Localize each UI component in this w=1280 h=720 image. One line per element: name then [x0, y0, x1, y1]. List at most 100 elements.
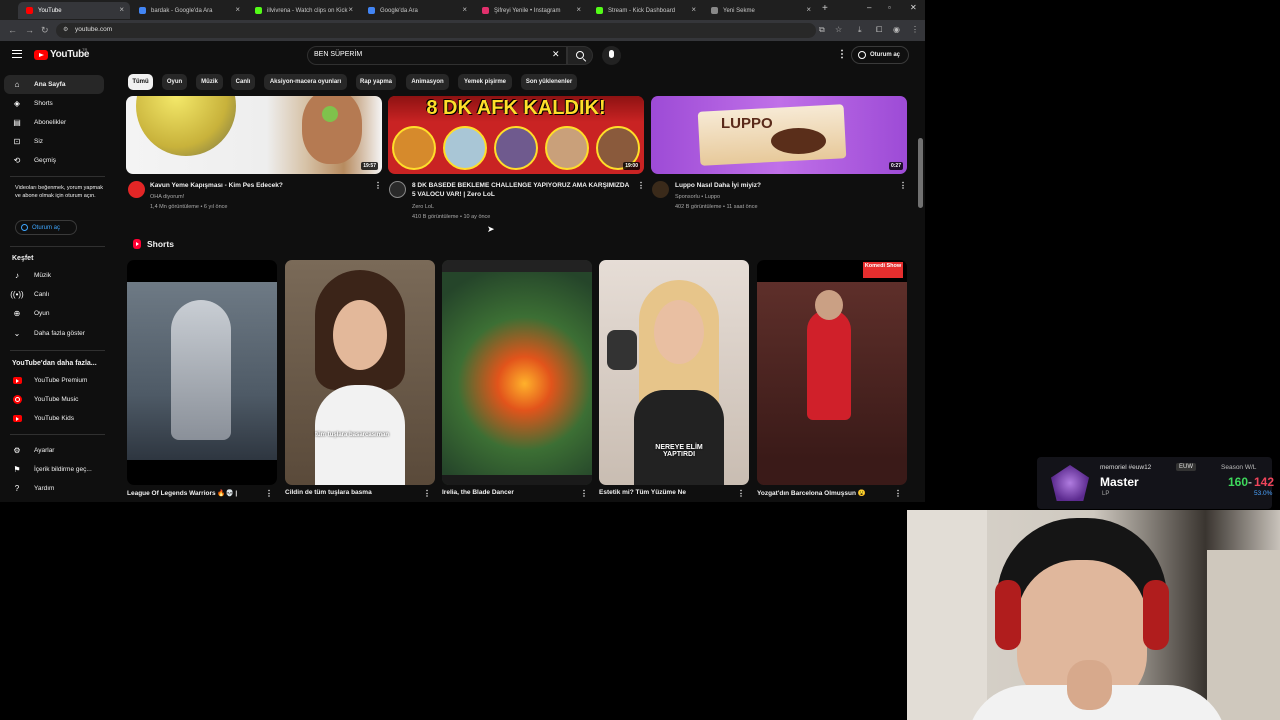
video-thumbnail[interactable]: LUPPO 0:27: [651, 96, 907, 174]
video-title[interactable]: 8 DK BASEDE BEKLEME CHALLENGE YAPIYORUZ …: [412, 181, 632, 199]
sidebar-item-you[interactable]: ⊡ Siz: [0, 132, 110, 151]
hamburger-menu-icon[interactable]: [12, 50, 22, 58]
chip-recently-uploaded[interactable]: Son yüklenenler: [521, 74, 577, 90]
short-thumbnail[interactable]: Komedi Show: [757, 260, 907, 485]
sidebar-item-help[interactable]: ? Yardım: [0, 479, 110, 498]
sidebar-item-settings[interactable]: ⚙ Ayarlar: [0, 441, 110, 460]
short-title[interactable]: Cildin de tüm tuşlara basma: [285, 489, 372, 496]
tab-google[interactable]: Google'da Ara ×: [360, 2, 473, 19]
channel-avatar[interactable]: [389, 181, 406, 198]
extensions-icon[interactable]: ⧠: [876, 25, 882, 35]
install-app-icon[interactable]: ⧉: [819, 25, 825, 35]
chip-all[interactable]: Tümü: [128, 74, 153, 90]
game-hud-top: [442, 260, 592, 272]
sidebar-item-ytmusic[interactable]: YouTube Music: [0, 390, 110, 409]
close-tab-icon[interactable]: ×: [119, 5, 124, 14]
chip-rap[interactable]: Rap yapma: [356, 74, 396, 90]
chip-cooking[interactable]: Yemek pişirme: [458, 74, 512, 90]
download-icon[interactable]: ⤓: [858, 25, 862, 35]
page-scrollbar[interactable]: [918, 138, 923, 208]
chip-live[interactable]: Canlı: [231, 74, 255, 90]
video-duration: 19:00: [623, 162, 640, 170]
close-tab-icon[interactable]: ×: [348, 5, 353, 14]
back-icon[interactable]: ←: [8, 25, 17, 35]
url-box[interactable]: [56, 23, 816, 38]
chip-animation[interactable]: Animasyon: [406, 74, 449, 90]
short-options-icon[interactable]: ⋮: [580, 489, 588, 498]
clear-search-icon[interactable]: ✕: [552, 49, 560, 60]
sidebar-item-gaming[interactable]: ⊕ Oyun: [0, 304, 110, 323]
minimize-icon[interactable]: –: [867, 3, 871, 12]
forward-icon[interactable]: →: [25, 25, 34, 35]
sidebar-item-history[interactable]: ⟲ Geçmiş: [0, 151, 110, 170]
short-options-icon[interactable]: ⋮: [894, 489, 902, 498]
signin-button[interactable]: Oturum aç: [851, 46, 909, 64]
video-options-icon[interactable]: ⋮: [637, 181, 645, 190]
search-button[interactable]: [567, 46, 593, 65]
short-thumbnail[interactable]: NEREYE ELİM YAPTIRDI: [599, 260, 749, 485]
close-tab-icon[interactable]: ×: [576, 5, 581, 14]
tab-instagram[interactable]: Şifreyi Yenile • Instagram ×: [474, 2, 587, 19]
search-value[interactable]: BEN SÜPERİM: [314, 51, 362, 58]
tab-google-search[interactable]: bardak - Google'da Ara ×: [131, 2, 246, 19]
tab-strip: YouTube × bardak - Google'da Ara × illvivr…: [0, 0, 925, 20]
maximize-icon[interactable]: ▫: [888, 3, 891, 12]
short-thumbnail[interactable]: [127, 260, 277, 485]
bookmark-star-icon[interactable]: ☆: [835, 25, 842, 34]
channel-name[interactable]: OHA diyorum!: [150, 193, 184, 201]
url-text[interactable]: youtube.com: [75, 26, 112, 33]
channel-avatar[interactable]: [652, 181, 669, 198]
video-options-icon[interactable]: ⋮: [899, 181, 907, 190]
short-options-icon[interactable]: ⋮: [423, 489, 431, 498]
sidebar-item-report-history[interactable]: ⚑ İçerik bildirme geç...: [0, 460, 110, 479]
video-thumbnail[interactable]: 8 DK AFK KALDIK! 19:00: [388, 96, 644, 174]
short-title[interactable]: Irelia, the Blade Dancer: [442, 489, 514, 496]
voice-search-button[interactable]: [602, 46, 621, 65]
tab-kick-clips[interactable]: illvivrena - Watch clips on Kick ×: [247, 2, 359, 19]
video-options-icon[interactable]: ⋮: [374, 181, 382, 190]
chip-gaming[interactable]: Oyun: [162, 74, 187, 90]
sidebar-item-music[interactable]: ♪ Müzik: [0, 266, 110, 285]
short-options-icon[interactable]: ⋮: [737, 489, 745, 498]
sidebar-show-more[interactable]: ⌄ Daha fazla göster: [0, 324, 110, 343]
browser-menu-icon[interactable]: ⋮: [911, 25, 919, 34]
video-title[interactable]: Luppo Nasıl Daha İyi miyiz?: [675, 181, 895, 190]
profile-icon[interactable]: ◉: [893, 25, 900, 34]
sidebar-item-live[interactable]: ((•)) Canlı: [0, 285, 110, 304]
sidebar-item-kids[interactable]: YouTube Kids: [0, 409, 110, 428]
sponsor-label[interactable]: Sponsorlu • Luppo: [675, 193, 720, 201]
sidebar-item-home[interactable]: ⌂ Ana Sayfa: [4, 75, 104, 94]
tab-new[interactable]: Yeni Sekme ×: [703, 2, 817, 19]
site-info-icon[interactable]: ⚙: [63, 26, 68, 33]
close-tab-icon[interactable]: ×: [235, 5, 240, 14]
channel-name[interactable]: Zero LoL: [412, 203, 434, 211]
short-thumbnail[interactable]: tüm tuşlara basarcasıman: [285, 260, 435, 485]
google-favicon-icon: [368, 7, 375, 14]
close-tab-icon[interactable]: ×: [462, 5, 467, 14]
wins-count: 160: [1228, 475, 1249, 489]
sidebar-item-premium[interactable]: YouTube Premium: [0, 371, 110, 390]
sidebar-signin-button[interactable]: Oturum aç: [15, 220, 77, 235]
short-thumbnail[interactable]: [442, 260, 592, 485]
short-title[interactable]: Estetik mi? Tüm Yüzüme Ne: [599, 489, 686, 496]
short-title[interactable]: Yozgat'dın Barcelona Olmuşsun 😮: [757, 489, 866, 497]
close-window-icon[interactable]: ✕: [910, 3, 917, 12]
youtube-logo-icon[interactable]: [34, 50, 48, 60]
chip-action-adventure[interactable]: Aksiyon-macera oyunları: [264, 74, 347, 90]
close-tab-icon[interactable]: ×: [691, 5, 696, 14]
tab-kick-dashboard[interactable]: Stream - Kick Dashboard ×: [588, 2, 702, 19]
channel-avatar[interactable]: [128, 181, 145, 198]
settings-kebab-icon[interactable]: ⋮: [837, 49, 847, 60]
sidebar-item-shorts[interactable]: ◈ Shorts: [0, 94, 110, 113]
reload-icon[interactable]: ↻: [41, 25, 49, 36]
short-title[interactable]: League Of Legends Warriors 🔥💀 |: [127, 489, 237, 497]
short-options-icon[interactable]: ⋮: [265, 489, 273, 498]
sidebar-item-subscriptions[interactable]: ▤ Abonelikler: [0, 113, 110, 132]
tab-youtube[interactable]: YouTube ×: [18, 2, 130, 19]
new-tab-icon[interactable]: +: [822, 3, 828, 14]
video-thumbnail[interactable]: 19:57: [126, 96, 382, 174]
chip-music[interactable]: Müzik: [196, 74, 223, 90]
video-title[interactable]: Kavun Yeme Kapışması - Kim Pes Edecek?: [150, 181, 370, 190]
close-tab-icon[interactable]: ×: [806, 5, 811, 14]
sidebar-divider: [10, 246, 105, 247]
